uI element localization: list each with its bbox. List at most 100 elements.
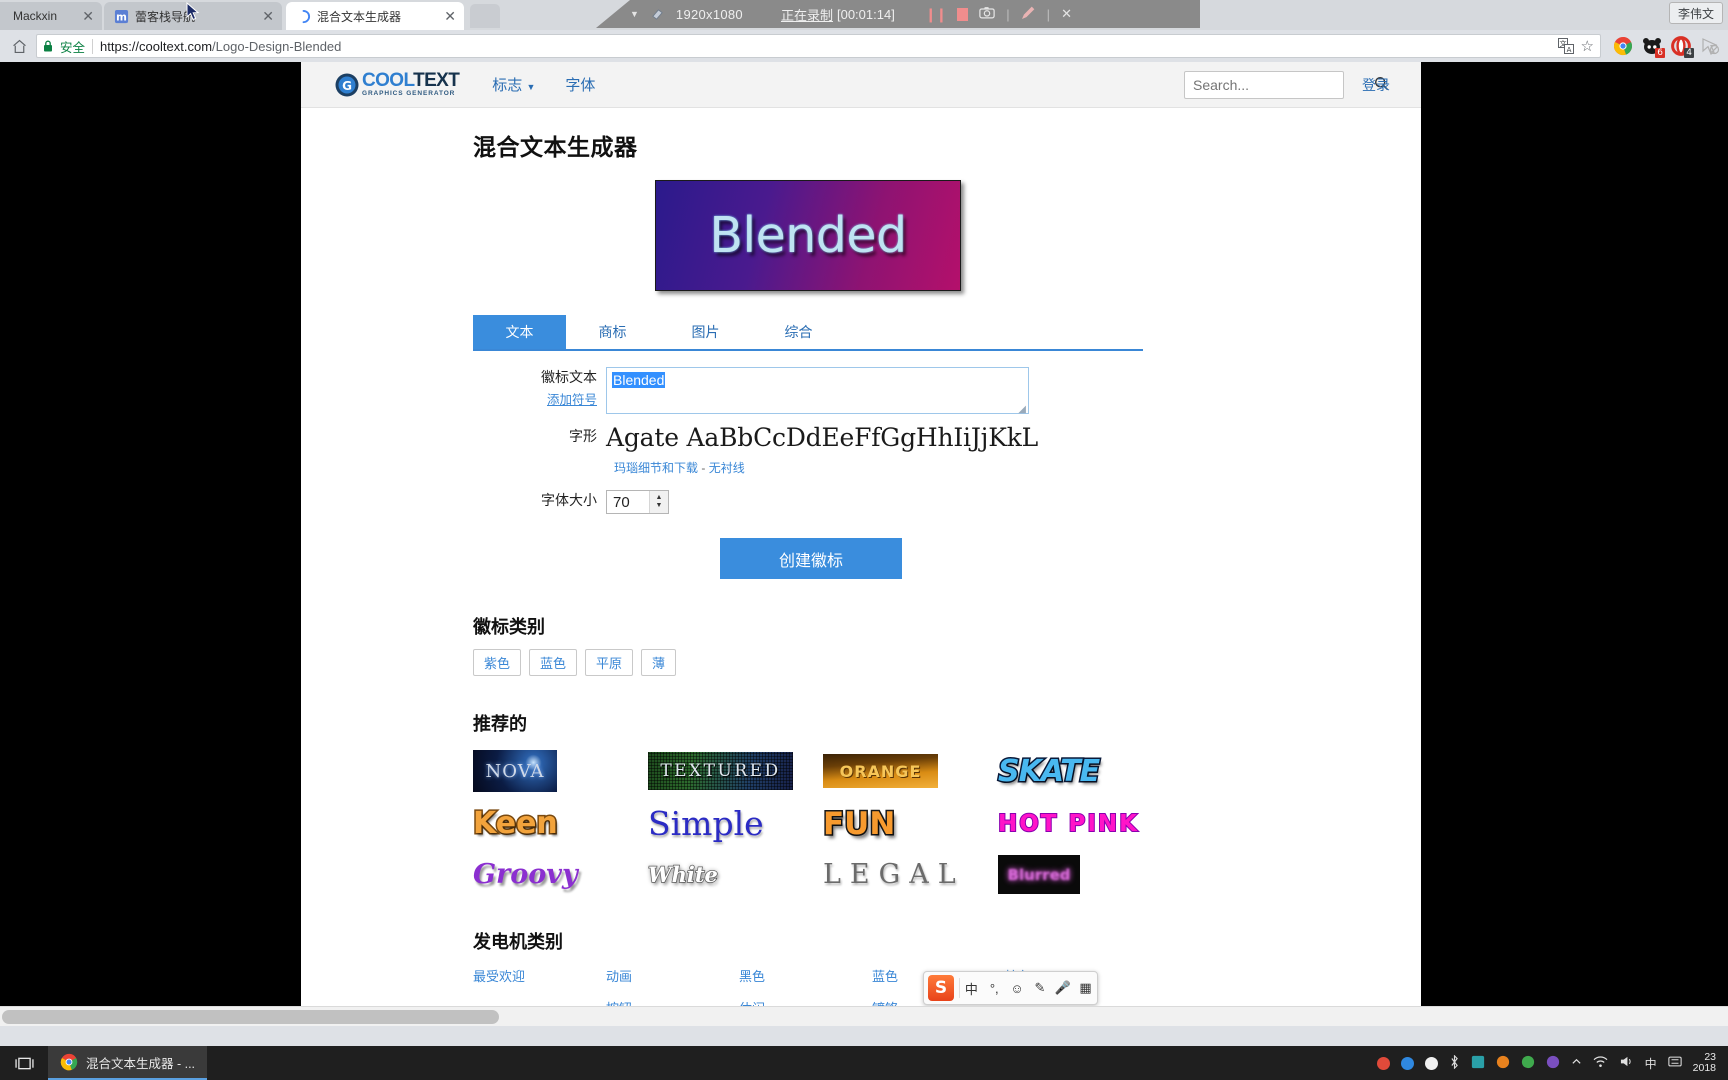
network-icon[interactable] [1593,1055,1608,1071]
tray-icon-white[interactable] [1424,1056,1438,1070]
stepper-down-icon[interactable]: ▼ [656,502,663,509]
volume-icon[interactable] [1619,1055,1634,1071]
logo-category-heading: 徽标类别 [473,617,545,637]
chevron-down-icon[interactable]: ▼ [630,9,639,19]
gallery-item-groovy[interactable]: Groovy [473,859,648,890]
search-input[interactable] [1193,76,1374,93]
url-host: cooltext.com [139,38,213,54]
tab-close-icon[interactable]: ✕ [256,9,274,23]
font-detail-link[interactable]: 玛瑙细节和下载 [614,461,698,475]
ime-tray-icon[interactable] [1667,1055,1682,1071]
disabled-extension-icon[interactable] [1700,36,1720,56]
taskbar-window-chrome[interactable]: 混合文本生成器 - ... [48,1046,208,1080]
gallery-label-simple: Simple [648,804,764,843]
gallery-item-keen[interactable]: Keen [472,805,648,843]
sogou-ime-toolbar[interactable]: S 中 °, ☺ ✎ 🎤 ▦ [923,971,1098,1005]
tab-favicon-m-square: m [114,9,129,24]
gallery-item-fun[interactable]: FUN [821,804,998,843]
ime-emoji-icon[interactable]: ☺ [1006,981,1029,996]
panda-extension-icon[interactable]: 6 [1642,36,1665,58]
font-style-link[interactable]: 无衬线 [709,461,745,475]
textarea-resize-grip[interactable]: ◢ [1018,404,1026,415]
tab-logo[interactable]: 商标 [566,315,659,349]
pen-icon[interactable] [1021,5,1036,23]
gallery-item-legal[interactable]: LEGAL [823,859,998,890]
tag-thin[interactable]: 薄 [641,649,677,676]
tab-image[interactable]: 图片 [659,315,752,349]
tray-icon-blue[interactable] [1400,1056,1414,1070]
logo-preview-text: Blended [709,207,907,264]
login-link[interactable]: 登录 [1362,75,1390,95]
nav-item-fonts[interactable]: 字体 [565,74,595,95]
nav-item-logos[interactable]: 标志 ▼ [492,74,535,95]
tray-icon-purple[interactable] [1546,1055,1560,1072]
logo-preview-image[interactable]: Blended [655,180,961,291]
chrome-profile-chip[interactable]: 李伟文 [1668,2,1723,24]
close-icon[interactable]: ✕ [1061,6,1072,22]
form-row-font: 字形 Agate AaBbCcDdEeFfGgHhIiJjKkL [473,425,1421,450]
ime-pen-icon[interactable]: ✎ [1028,980,1051,996]
gallery-item-white[interactable]: White [647,861,823,888]
create-logo-button[interactable]: 创建徽标 [720,538,902,579]
site-search-box[interactable] [1184,70,1389,99]
task-view-icon[interactable] [0,1056,48,1071]
tab-close-icon[interactable]: ✕ [438,9,456,23]
browser-tab-2-active[interactable]: 混合文本生成器 ✕ [286,2,464,30]
new-tab-button[interactable] [470,4,500,28]
camera-icon[interactable] [979,6,996,22]
tray-icon-green[interactable] [1521,1055,1535,1072]
tab-close-icon[interactable]: ✕ [76,9,94,23]
extension-badge-count: 6 [1655,48,1665,58]
bookmark-star-icon[interactable]: ☆ [1581,37,1594,55]
gallery-item-blurred[interactable]: Blurred [998,855,1173,894]
ime-tray-label[interactable]: 中 [1645,1055,1657,1072]
gallery-item-textured[interactable]: TEXTURED [648,752,823,790]
cooltext-page: G COOLTEXT GRAPHICS GENERATOR 标志 ▼ 字体 Se… [301,62,1421,1026]
tray-icon-orange[interactable] [1496,1055,1510,1072]
chrome-extension-icon[interactable] [1613,36,1633,56]
scrollbar-thumb[interactable] [2,1010,499,1024]
translate-icon[interactable]: 文A [1557,38,1574,54]
tab-composite[interactable]: 综合 [752,315,845,349]
category-link-black[interactable]: 黑色 [739,966,872,985]
category-link-animated[interactable]: 动画 [606,966,739,985]
tag-blue[interactable]: 蓝色 [529,649,578,676]
taskbar-clock[interactable]: 23 2018 [1693,1052,1720,1074]
horizontal-scrollbar[interactable] [0,1006,1728,1026]
bluetooth-icon[interactable] [1449,1054,1460,1072]
address-bar[interactable]: 安全 https://cooltext.com/Logo-Design-Blen… [36,34,1601,58]
gallery-item-nova[interactable]: NOVA [473,750,648,792]
gallery-item-hot-pink[interactable]: HOT PINK [997,810,1173,838]
stepper-up-icon[interactable]: ▲ [656,494,663,501]
home-icon[interactable] [8,35,30,57]
tab-text[interactable]: 文本 [473,315,566,349]
font-size-stepper[interactable]: ▲ ▼ [606,490,669,514]
tag-purple[interactable]: 紫色 [473,649,522,676]
gallery-label-skate: SKATE [996,752,1101,790]
category-link-popular[interactable]: 最受欢迎 [473,966,606,985]
tray-icon-teal[interactable] [1471,1055,1485,1072]
ime-microphone-icon[interactable]: 🎤 [1051,980,1074,996]
tray-icon-red[interactable] [1376,1056,1390,1070]
gallery-item-orange[interactable]: ORANGE [823,754,998,788]
stop-button[interactable] [957,7,969,21]
ime-mode-chinese[interactable]: 中 [960,979,983,998]
featured-heading: 推荐的 [473,714,527,734]
font-sample-preview[interactable]: Agate AaBbCcDdEeFfGgHhIiJjKkL [606,425,1038,450]
chevron-up-icon[interactable] [1571,1056,1582,1070]
lock-icon [43,40,53,52]
font-size-input[interactable] [607,491,649,513]
tag-plain[interactable]: 平原 [585,649,634,676]
sogou-logo-icon[interactable]: S [928,975,954,1001]
add-symbol-link[interactable]: 添加符号 [473,390,597,410]
pause-button[interactable]: ❙❙ [925,6,947,23]
ime-punctuation-icon[interactable]: °, [983,981,1006,996]
stepper-arrows[interactable]: ▲ ▼ [649,491,668,513]
browser-tab-0[interactable]: Mackxin ✕ [0,2,102,30]
opera-extension-icon[interactable]: 4 [1671,36,1694,58]
ime-toolbox-icon[interactable]: ▦ [1074,980,1097,996]
cooltext-logo[interactable]: G COOLTEXT GRAPHICS GENERATOR [334,71,460,98]
gallery-item-simple[interactable]: Simple [648,804,823,843]
logo-text-textarea[interactable] [606,367,1029,414]
gallery-item-skate[interactable]: SKATE [996,752,1173,790]
